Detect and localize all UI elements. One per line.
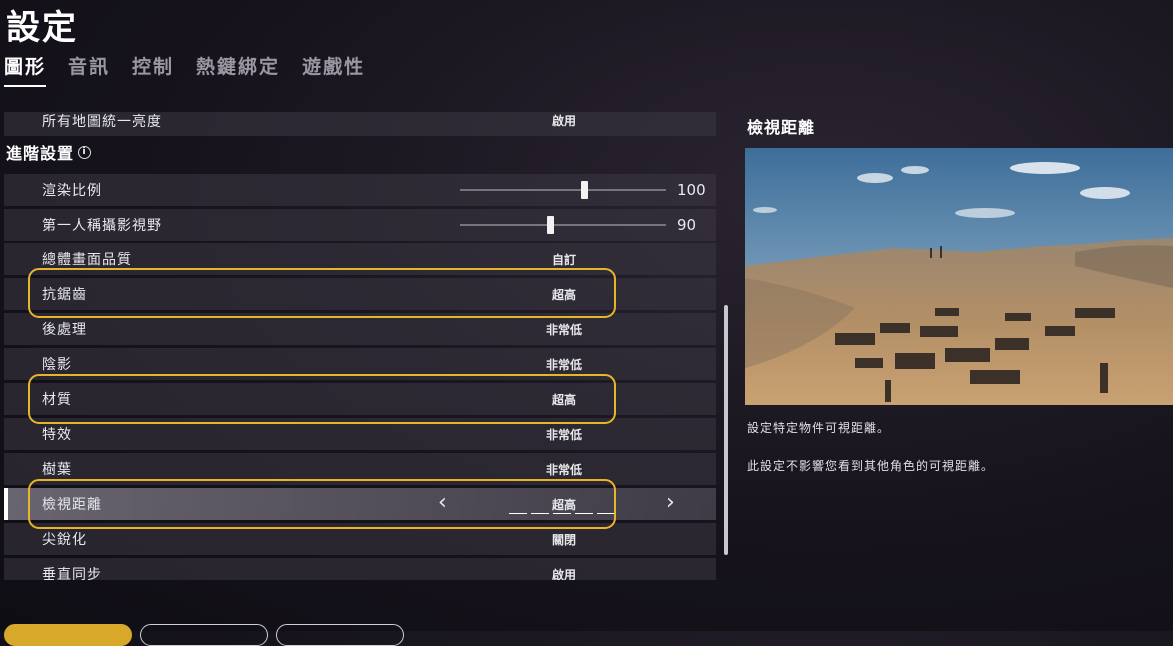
setting-row-textures[interactable]: 材質 超高 [4,383,716,415]
setting-label: 垂直同步 [42,567,102,580]
setting-value: 非常低 [545,427,582,442]
setting-label: 材質 [42,392,72,408]
section-title-advanced: 進階設置 i [6,140,92,164]
tab-bar: 圖形 音訊 控制 熱鍵綁定 遊戲性 [4,52,365,87]
settings-scrollbar[interactable] [724,305,728,555]
setting-row-fpp-fov[interactable]: 第一人稱攝影視野 90 [4,209,716,241]
tab-graphics[interactable]: 圖形 [4,52,47,87]
setting-label: 第一人稱攝影視野 [42,218,162,234]
level-indicator [509,513,615,514]
setting-value: 關閉 [551,532,576,547]
setting-value: 超高 [551,287,576,302]
setting-value: 啟用 [551,567,576,581]
setting-label: 渲染比例 [42,183,102,199]
setting-label: 總體畫面品質 [42,252,132,268]
primary-action-button[interactable] [4,624,132,646]
setting-label: 樹葉 [42,462,72,478]
fov-slider[interactable] [460,216,666,234]
slider-value: 100 [677,181,706,199]
chevron-right-icon[interactable]: › [666,490,675,515]
setting-label: 特效 [42,427,72,443]
setting-row-sharpening[interactable]: 尖銳化 關閉 [4,523,716,555]
slider-knob[interactable] [547,216,554,234]
setting-value: 超高 [551,392,576,407]
setting-value: 超高 [551,497,576,512]
setting-row-anti-aliasing[interactable]: 抗鋸齒 超高 [4,278,716,310]
setting-row-foliage[interactable]: 樹葉 非常低 [4,453,716,485]
slider-knob[interactable] [581,181,588,199]
setting-row-vsync[interactable]: 垂直同步 啟用 [4,558,716,580]
setting-value: 非常低 [545,462,582,477]
setting-label: 尖銳化 [42,532,87,548]
setting-value: 非常低 [545,357,582,372]
setting-value: 自訂 [551,252,576,267]
setting-row-render-scale[interactable]: 渲染比例 100 [4,174,716,206]
tab-controls[interactable]: 控制 [132,52,174,87]
setting-value: 啟用 [551,113,576,128]
setting-label: 陰影 [42,357,72,373]
info-icon[interactable]: i [78,145,92,159]
page-title: 設定 [6,8,78,48]
setting-label: 後處理 [42,322,87,338]
detail-description-1: 設定特定物件可視距離。 [747,421,891,435]
setting-row-shadows[interactable]: 陰影 非常低 [4,348,716,380]
render-scale-slider[interactable] [460,181,666,199]
preview-image [745,148,1173,405]
slider-value: 90 [677,216,697,234]
setting-label: 抗鋸齒 [42,287,87,303]
tab-audio[interactable]: 音訊 [68,52,110,87]
chevron-left-icon[interactable]: ‹ [438,490,447,515]
setting-label: 檢視距離 [42,497,102,513]
setting-row-overall-quality[interactable]: 總體畫面品質 自訂 [4,243,716,275]
detail-description-2: 此設定不影響您看到其他角色的可視距離。 [747,459,995,473]
tab-keybindings[interactable]: 熱鍵綁定 [196,52,280,87]
setting-row-post-processing[interactable]: 後處理 非常低 [4,313,716,345]
setting-row-unified-brightness[interactable]: 所有地圖統一亮度 啟用 [4,112,716,136]
tab-gameplay[interactable]: 遊戲性 [302,52,365,87]
setting-row-effects[interactable]: 特效 非常低 [4,418,716,450]
section-title-text: 進階設置 [6,144,75,163]
tertiary-action-button[interactable] [276,624,404,646]
setting-label: 所有地圖統一亮度 [42,114,162,130]
setting-value: 非常低 [545,322,582,337]
secondary-action-button[interactable] [140,624,268,646]
setting-row-view-distance[interactable]: 檢視距離 ‹ 超高 › [4,488,716,520]
detail-title: 檢視距離 [747,118,816,137]
settings-list: 所有地圖統一亮度 啟用 進階設置 i 渲染比例 100 第一人稱攝影視野 90 … [0,112,716,580]
